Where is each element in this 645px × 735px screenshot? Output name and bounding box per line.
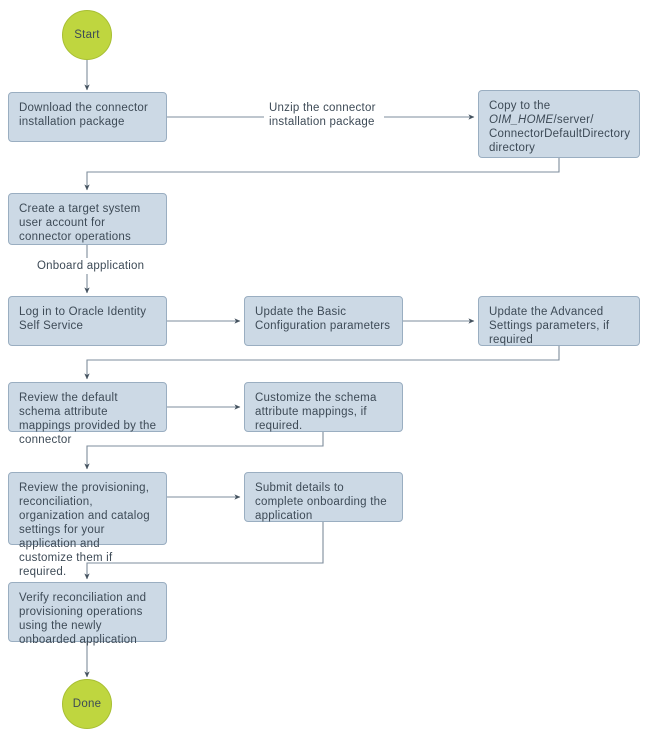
node-create-account-label: Create a target system user account for … — [19, 203, 141, 243]
node-login-self-service[interactable]: Log in to Oracle Identity Self Service — [8, 296, 167, 346]
node-review-schema-label: Review the default schema attribute mapp… — [19, 392, 157, 446]
node-customize-schema[interactable]: Customize the schema attribute mappings,… — [244, 382, 403, 432]
edge-label-unzip-text: Unzip the connector installation package — [269, 102, 376, 128]
node-verify-operations[interactable]: Verify reconciliation and provisioning o… — [8, 582, 167, 646]
node-create-account[interactable]: Create a target system user account for … — [8, 193, 167, 245]
node-copy-line-2: /server/ — [553, 114, 594, 126]
node-submit-details-label: Submit details to complete onboarding th… — [255, 482, 387, 522]
node-update-advanced-settings-label: Update the Advanced Settings parameters,… — [489, 306, 610, 346]
node-review-settings-label: Review the provisioning, reconciliation,… — [19, 482, 150, 578]
edge-advanced-to-review-schema — [84, 346, 560, 380]
edge-label-unzip: Unzip the connector installation package — [266, 101, 384, 129]
edge-copy-to-create — [84, 158, 560, 191]
node-download-package-label: Download the connector installation pack… — [19, 102, 149, 128]
node-login-self-service-label: Log in to Oracle Identity Self Service — [19, 306, 147, 332]
node-customize-schema-label: Customize the schema attribute mappings,… — [255, 392, 377, 432]
node-start[interactable]: Start — [62, 10, 112, 60]
node-download-package[interactable]: Download the connector installation pack… — [8, 92, 167, 142]
flowchart-canvas: Start Download the connector installatio… — [0, 0, 645, 735]
node-done-label: Done — [72, 698, 102, 710]
node-done[interactable]: Done — [62, 679, 112, 729]
node-copy-line-1: Copy to the — [489, 100, 551, 112]
node-update-basic-config[interactable]: Update the Basic Configuration parameter… — [244, 296, 403, 346]
node-submit-details[interactable]: Submit details to complete onboarding th… — [244, 472, 403, 522]
node-copy-line-3: ConnectorDefaultDirectory — [489, 128, 631, 140]
node-update-advanced-settings[interactable]: Update the Advanced Settings parameters,… — [478, 296, 640, 346]
node-copy-line-4: directory — [489, 142, 536, 154]
node-review-settings[interactable]: Review the provisioning, reconciliation,… — [8, 472, 167, 578]
node-verify-operations-label: Verify reconciliation and provisioning o… — [19, 592, 147, 646]
node-copy-oim-home-var: OIM_HOME — [489, 114, 554, 126]
edge-customize-to-review-settings — [84, 432, 324, 470]
node-copy-to-directory[interactable]: Copy to the OIM_HOME/server/ ConnectorDe… — [478, 90, 640, 158]
node-update-basic-config-label: Update the Basic Configuration parameter… — [255, 306, 391, 332]
node-start-label: Start — [74, 29, 100, 41]
node-review-schema[interactable]: Review the default schema attribute mapp… — [8, 382, 167, 446]
edge-label-onboard: Onboard application — [34, 259, 160, 273]
edge-label-onboard-text: Onboard application — [37, 260, 145, 272]
